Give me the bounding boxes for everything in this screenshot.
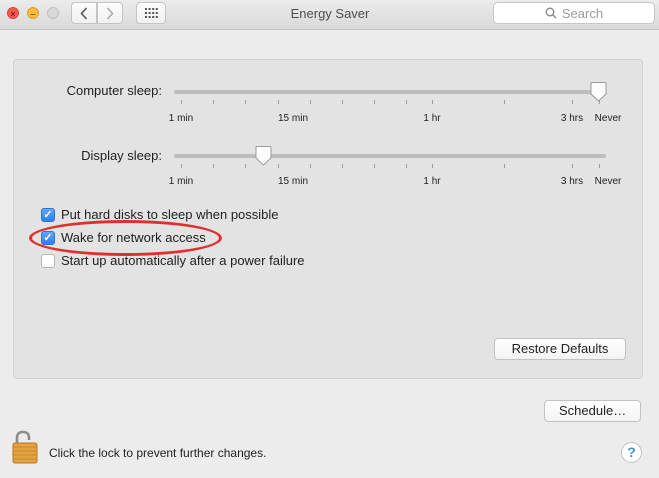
lock-icon[interactable] <box>12 430 38 464</box>
show-all-button[interactable] <box>136 2 166 24</box>
schedule-button[interactable]: Schedule… <box>544 400 641 422</box>
computer-sleep-tick-label: 1 min <box>168 113 194 124</box>
computer-sleep-tick-label: 15 min <box>277 113 309 124</box>
back-button[interactable] <box>71 2 97 24</box>
title-bar: × – Energy Saver Search <box>0 0 659 30</box>
search-icon <box>545 7 557 19</box>
computer-sleep-tick-label: Never <box>594 113 622 124</box>
display-sleep-ticks <box>174 164 606 169</box>
minimize-window-button[interactable]: – <box>27 7 39 19</box>
display-sleep-slider-knob[interactable] <box>255 146 272 166</box>
computer-sleep-label: Computer sleep: <box>66 83 162 98</box>
option-label: Wake for network access <box>61 230 206 245</box>
checkbox-checked[interactable]: ✓ <box>41 207 55 222</box>
close-window-button[interactable]: × <box>7 7 19 19</box>
help-button[interactable]: ? <box>621 442 642 463</box>
chevron-left-icon <box>80 6 88 20</box>
computer-sleep-slider-knob[interactable] <box>590 82 607 102</box>
display-sleep-label: Display sleep: <box>81 148 162 163</box>
computer-sleep-tick-label: 3 hrs <box>560 113 584 124</box>
display-sleep-tick-label: Never <box>594 176 622 187</box>
lock-status-text: Click the lock to prevent further change… <box>49 446 267 460</box>
zoom-window-button[interactable] <box>47 7 59 19</box>
display-sleep-tick-label: 15 min <box>277 176 309 187</box>
option-start-after-power-failure[interactable]: Start up automatically after a power fai… <box>41 253 305 268</box>
search-input[interactable]: Search <box>493 2 655 24</box>
display-sleep-tick-label: 1 min <box>168 176 194 187</box>
computer-sleep-slider-track[interactable] <box>174 90 606 94</box>
display-sleep-tick-label: 1 hr <box>423 176 441 187</box>
option-label: Start up automatically after a power fai… <box>61 253 305 268</box>
window-title: Energy Saver <box>290 6 370 21</box>
restore-defaults-button[interactable]: Restore Defaults <box>494 338 626 360</box>
checkbox-checked[interactable]: ✓ <box>41 230 55 245</box>
option-wake-network[interactable]: ✓ Wake for network access <box>41 230 206 245</box>
forward-button[interactable] <box>97 2 123 24</box>
chevron-right-icon <box>106 6 114 20</box>
display-sleep-slider-track[interactable] <box>174 154 606 158</box>
option-label: Put hard disks to sleep when possible <box>61 207 279 222</box>
display-sleep-tick-label: 3 hrs <box>560 176 584 187</box>
checkbox-unchecked[interactable] <box>41 253 55 268</box>
grid-icon <box>144 8 158 18</box>
computer-sleep-ticks <box>174 100 606 105</box>
search-placeholder: Search <box>561 5 604 21</box>
computer-sleep-tick-label: 1 hr <box>423 113 441 124</box>
option-hard-disk-sleep[interactable]: ✓ Put hard disks to sleep when possible <box>41 207 279 222</box>
